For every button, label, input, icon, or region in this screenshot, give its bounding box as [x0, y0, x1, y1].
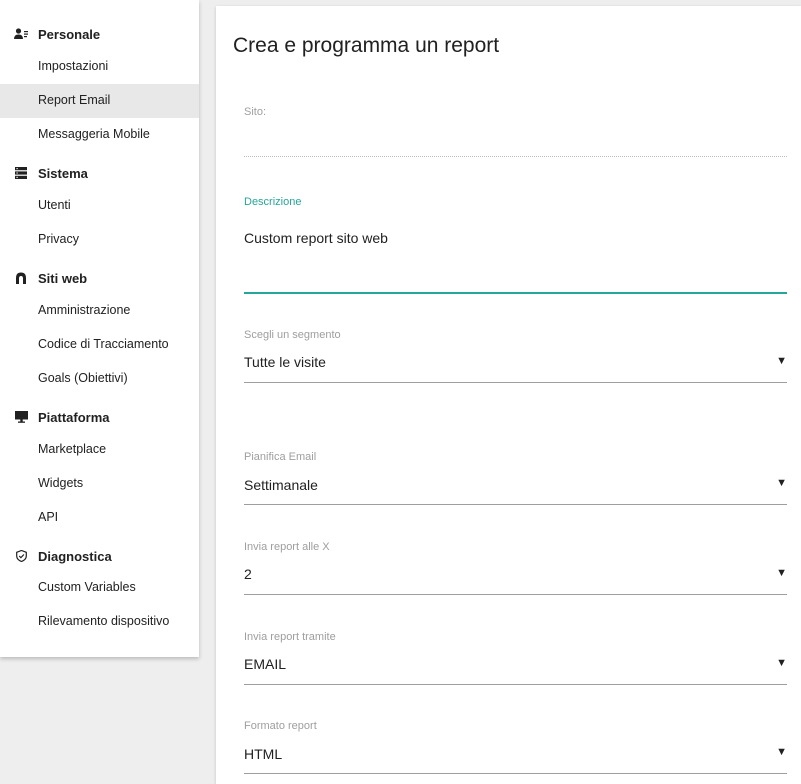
sidebar-item-custom-variables[interactable]: Custom Variables: [0, 571, 199, 605]
sidebar-item-privacy[interactable]: Privacy: [0, 223, 199, 257]
page-title: Crea e programma un report: [233, 34, 500, 57]
section-title: Piattaforma: [38, 410, 110, 425]
sidebar-item-label: Widgets: [38, 476, 84, 490]
send-hour-select[interactable]: Invia report alle X 2 ▼: [244, 541, 787, 597]
sidebar-item-label: Custom Variables: [38, 580, 136, 594]
sidebar-item-label: Impostazioni: [38, 59, 109, 73]
send-via-value[interactable]: EMAIL: [244, 656, 286, 672]
sidebar-item-label: API: [38, 510, 59, 524]
sidebar-item-amministrazione[interactable]: Amministrazione: [0, 294, 199, 328]
site-label: Sito:: [244, 106, 267, 118]
section-siti-web: Siti web: [0, 269, 199, 289]
format-label: Formato report: [244, 720, 317, 732]
segment-label: Scegli un segmento: [244, 329, 341, 341]
sidebar-item-label: Privacy: [38, 232, 79, 246]
sidebar-item-label: Messaggeria Mobile: [38, 127, 150, 141]
monitor-icon: [14, 410, 28, 424]
send-via-underline: [244, 684, 787, 685]
site-field[interactable]: Sito:: [244, 106, 787, 158]
send-via-select[interactable]: Invia report tramite EMAIL ▼: [244, 631, 787, 687]
caret-down-icon[interactable]: ▼: [776, 657, 787, 669]
sidebar-item-impostazioni[interactable]: Impostazioni: [0, 50, 199, 84]
sidebar-item-label: Amministrazione: [38, 303, 131, 317]
sidebar-item-label: Marketplace: [38, 442, 107, 456]
sidebar-item-label: Rilevamento dispositivo: [38, 614, 170, 628]
description-textarea[interactable]: Custom report sito web: [244, 230, 388, 246]
description-label: Descrizione: [244, 196, 302, 208]
sidebar-item-messaggeria-mobile[interactable]: Messaggeria Mobile: [0, 118, 199, 152]
sidebar-item-marketplace[interactable]: Marketplace: [0, 433, 199, 467]
schedule-underline: [244, 504, 787, 505]
sidebar-item-widgets[interactable]: Widgets: [0, 467, 199, 501]
segment-underline: [244, 382, 787, 383]
section-diagnostica: Diagnostica: [0, 547, 199, 567]
segment-value[interactable]: Tutte le visite: [244, 354, 326, 370]
sidebar-item-codice-tracciamento[interactable]: Codice di Tracciamento: [0, 328, 199, 362]
format-select[interactable]: Formato report HTML ▼: [244, 720, 787, 776]
caret-down-icon[interactable]: ▼: [776, 567, 787, 579]
send-hour-underline: [244, 594, 787, 595]
send-hour-label: Invia report alle X: [244, 541, 330, 553]
description-underline: [244, 292, 787, 294]
schedule-value[interactable]: Settimanale: [244, 477, 318, 493]
section-title: Diagnostica: [38, 549, 112, 564]
schedule-label: Pianifica Email: [244, 451, 317, 463]
format-underline: [244, 773, 787, 774]
sidebar: Personale Impostazioni Report Email Mess…: [0, 0, 199, 657]
segment-select[interactable]: Scegli un segmento Tutte le visite ▼: [244, 329, 787, 385]
section-title: Sistema: [38, 166, 88, 181]
section-title: Siti web: [38, 271, 88, 286]
shield-check-icon: [14, 549, 28, 563]
website-icon: [14, 271, 28, 285]
server-icon: [14, 166, 28, 180]
sidebar-item-report-email[interactable]: Report Email: [0, 84, 199, 118]
section-sistema: Sistema: [0, 164, 199, 184]
section-title: Personale: [38, 27, 101, 42]
caret-down-icon[interactable]: ▼: [776, 355, 787, 367]
send-hour-value[interactable]: 2: [244, 566, 252, 582]
schedule-select[interactable]: Pianifica Email Settimanale ▼: [244, 451, 787, 507]
sidebar-item-label: Goals (Obiettivi): [38, 371, 128, 385]
report-form-card: Crea e programma un report Sito: Descriz…: [216, 6, 801, 784]
caret-down-icon[interactable]: ▼: [776, 746, 787, 758]
sidebar-item-rilevamento-dispositivo[interactable]: Rilevamento dispositivo: [0, 605, 199, 639]
section-personale: Personale: [0, 25, 199, 45]
sidebar-item-label: Codice di Tracciamento: [38, 337, 169, 351]
sidebar-item-api[interactable]: API: [0, 501, 199, 535]
sidebar-item-label: Utenti: [38, 198, 71, 212]
sidebar-item-utenti[interactable]: Utenti: [0, 189, 199, 223]
site-underline: [244, 156, 787, 157]
caret-down-icon[interactable]: ▼: [776, 477, 787, 489]
user-settings-icon: [14, 27, 28, 41]
description-field[interactable]: Descrizione Custom report sito web: [244, 196, 787, 296]
sidebar-item-goals[interactable]: Goals (Obiettivi): [0, 362, 199, 396]
format-value[interactable]: HTML: [244, 746, 282, 762]
section-piattaforma: Piattaforma: [0, 408, 199, 428]
sidebar-item-label: Report Email: [38, 93, 111, 107]
send-via-label: Invia report tramite: [244, 631, 336, 643]
